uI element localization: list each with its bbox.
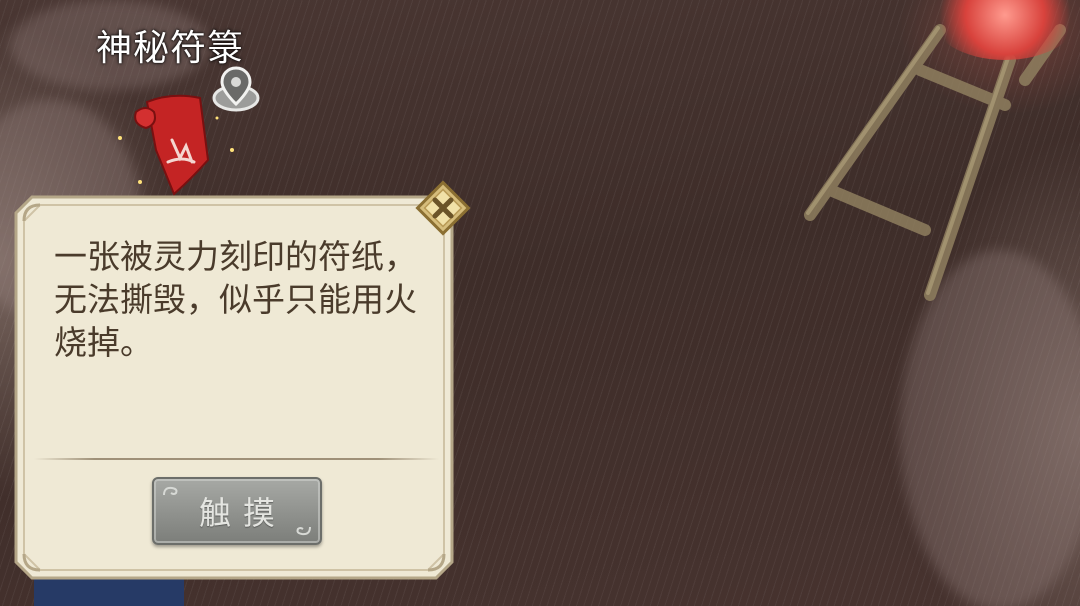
red-talisman-scroll-icon[interactable] [112,90,242,200]
cloud-ornament-icon [163,486,178,496]
cloud-ornament-icon [296,526,311,536]
item-description: 一张被灵力刻印的符纸，无法撕毁，似乎只能用火烧掉。 [54,237,417,362]
panel-divider [34,458,439,460]
touch-button[interactable]: 触摸 [152,477,322,545]
close-x-icon[interactable] [412,177,474,239]
touch-button-label: 触摸 [198,494,287,532]
game-scene: 神秘符箓 一张被灵力刻印的符纸，无法撕毁，似乎只能用火烧掉。 触摸 [0,0,1080,606]
item-info-panel: 一张被灵力刻印的符纸，无法撕毁，似乎只能用火烧掉。 触摸 [14,180,471,580]
